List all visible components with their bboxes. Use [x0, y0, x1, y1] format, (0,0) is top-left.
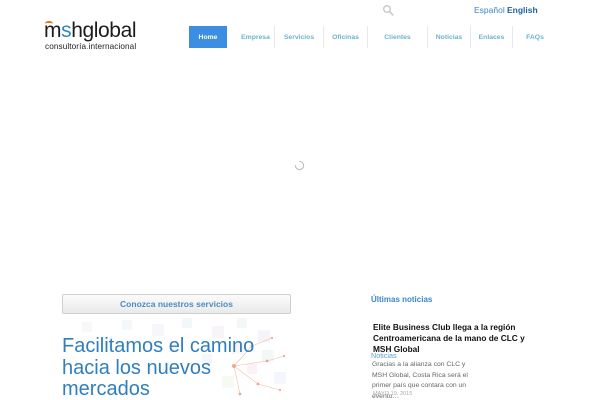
- news-title-link[interactable]: Elite Business Club llega a la región Ce…: [373, 322, 533, 355]
- news-date: MAYO 19, 2015: [373, 391, 413, 397]
- nav-item-enlaces[interactable]: Enlaces: [471, 26, 513, 48]
- nav-item-oficinas[interactable]: Oficinas: [324, 26, 368, 48]
- nav-item-noticias[interactable]: Noticias: [428, 26, 471, 48]
- latest-news-heading: Últimas noticias: [371, 295, 433, 304]
- hero-headline: Facilitamos el camino hacia los nuevos m…: [62, 335, 255, 400]
- nav-item-home[interactable]: Home: [189, 26, 227, 48]
- loading-spinner-icon: [294, 160, 305, 171]
- site-logo[interactable]: mshglobal consultoría.internacional: [44, 20, 144, 52]
- main-nav: Home Empresa Servicios Oficinas Clientes…: [189, 26, 557, 48]
- search-icon[interactable]: [382, 4, 394, 16]
- language-link-espanol[interactable]: Español: [474, 5, 505, 15]
- nav-item-servicios[interactable]: Servicios: [275, 26, 324, 48]
- logo-tagline: consultoría.internacional: [45, 42, 137, 51]
- logo-wordmark: mshglobal: [44, 19, 137, 42]
- language-link-english[interactable]: English: [507, 5, 538, 15]
- news-category-link[interactable]: Noticias: [371, 351, 397, 360]
- nav-item-faqs[interactable]: FAQs: [513, 26, 557, 48]
- nav-item-clientes[interactable]: Clientes: [368, 26, 428, 48]
- logo-tilde-mark: [45, 21, 53, 24]
- nav-item-empresa[interactable]: Empresa: [237, 26, 275, 48]
- services-button[interactable]: Conozca nuestros servicios: [62, 294, 291, 314]
